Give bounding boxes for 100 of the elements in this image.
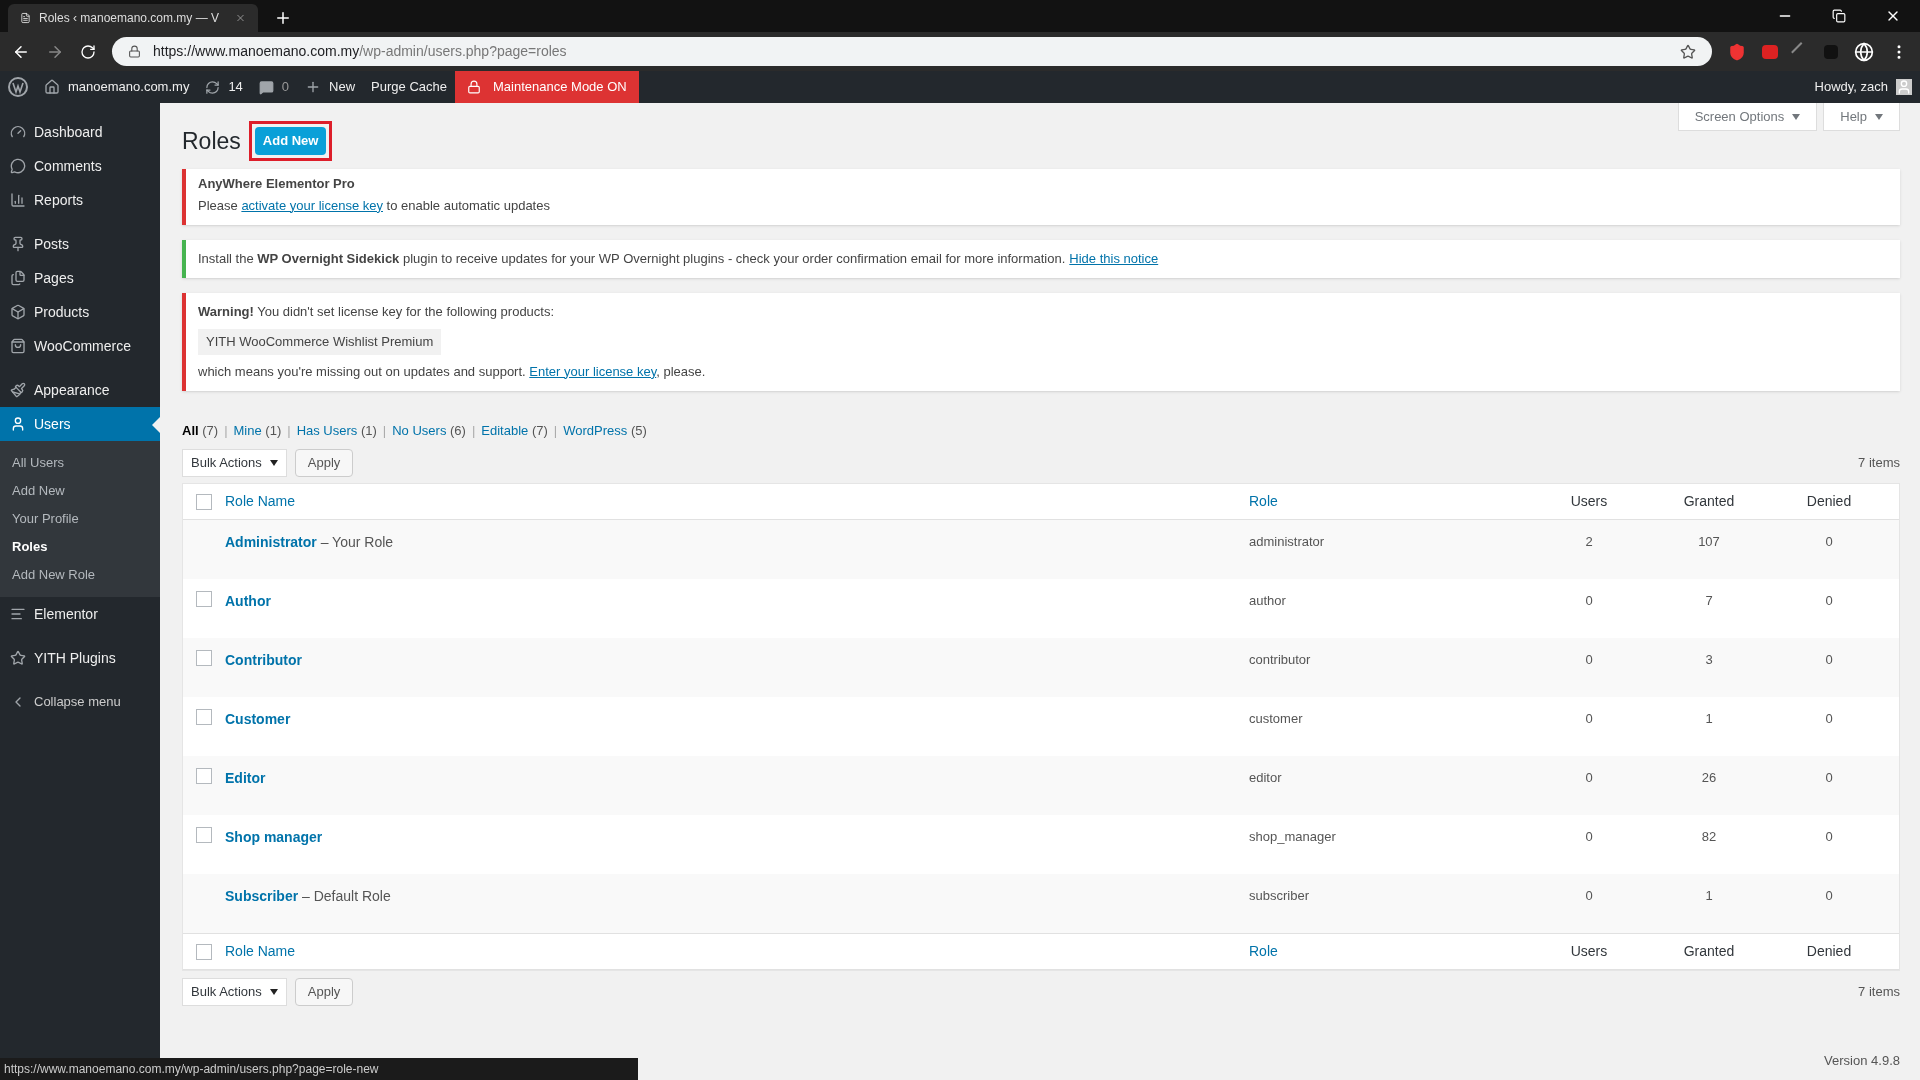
separator: | — [553, 421, 558, 440]
role-name-link[interactable]: Shop manager — [225, 829, 323, 845]
table-cell-text: administrator — [1249, 533, 1326, 551]
table-cell-text: 107 — [1697, 533, 1721, 551]
product-tag: YITH WooCommerce Wishlist Premium — [198, 328, 442, 355]
menu-item[interactable]: Posts — [0, 227, 160, 261]
pin-icon — [10, 236, 26, 252]
new-link[interactable]: New — [297, 71, 364, 103]
star-icon[interactable] — [1680, 43, 1696, 60]
tab-title: Roles ‹ manoemano.com.my — V — [38, 10, 220, 27]
page-title: Roles — [182, 126, 241, 156]
menu-item[interactable]: Users — [0, 407, 160, 441]
account-link[interactable]: Howdy, zach — [1806, 71, 1920, 103]
menu-item[interactable]: Pages — [0, 261, 160, 295]
table-cell-text: 26 — [1700, 769, 1718, 787]
table-cell-text: shop_manager — [1249, 828, 1337, 846]
screen-options-button[interactable]: Screen Options — [1677, 103, 1818, 131]
column-header[interactable]: Role Name — [225, 491, 1249, 512]
address-field[interactable]: https://www.manoemano.com.my/wp-admin/users.php?page=roles — [112, 37, 1712, 66]
new-tab-icon[interactable] — [274, 9, 292, 27]
menu-item[interactable]: YITH Plugins — [0, 641, 160, 675]
checkbox[interactable] — [196, 650, 212, 666]
checkbox[interactable] — [196, 768, 212, 784]
reload-icon[interactable] — [80, 43, 96, 60]
filter-link[interactable]: All (7) — [182, 420, 219, 440]
checkbox[interactable] — [196, 827, 212, 843]
menu-item[interactable]: Collapse menu — [0, 685, 160, 719]
menu-item[interactable]: Dashboard — [0, 115, 160, 149]
user-icon — [10, 416, 26, 432]
table-cell-text: 0 — [1584, 887, 1594, 905]
separator: | — [224, 421, 228, 440]
role-name-link[interactable]: Author — [225, 593, 271, 609]
role-name-link[interactable]: Administrator — [225, 534, 317, 550]
submenu-item[interactable]: All Users — [0, 449, 160, 477]
hide-notice-link[interactable]: Hide this notice — [1069, 249, 1159, 268]
submenu-item[interactable]: Your Profile — [0, 505, 160, 533]
table-cell-text: 0 — [1584, 592, 1594, 610]
menu-item[interactable]: Elementor — [0, 597, 160, 631]
url-text: https://www.manoemano.com.my/wp-admin/users.php?page=roles — [153, 42, 568, 61]
browser-tab[interactable]: Roles ‹ manoemano.com.my — V — [8, 4, 258, 32]
restore-icon[interactable] — [1832, 9, 1846, 23]
separator: | — [287, 421, 291, 440]
site-link[interactable]: manoemano.com.my — [36, 71, 198, 103]
menu-item[interactable]: Reports — [0, 183, 160, 217]
caret-icon — [269, 460, 278, 466]
version-text: Version 4.9.8 — [1824, 1051, 1900, 1070]
bulk-actions-select[interactable]: Bulk Actions — [182, 978, 287, 1006]
shield-icon[interactable] — [1728, 42, 1746, 61]
table-cell-text: author — [1249, 592, 1287, 610]
license-link[interactable]: activate your license key — [241, 197, 383, 213]
column-header[interactable]: Role — [1249, 941, 1529, 962]
menu-item[interactable]: Products — [0, 295, 160, 329]
table-cell-text: 0 — [1584, 651, 1594, 669]
profile-icon[interactable] — [1854, 41, 1874, 62]
role-name-link[interactable]: Contributor — [225, 652, 302, 668]
help-button[interactable]: Help — [1823, 103, 1900, 131]
separator: | — [382, 421, 387, 440]
menu-item[interactable]: WooCommerce — [0, 329, 160, 363]
table-cell-text: 0 — [1584, 828, 1594, 846]
purge-cache-link[interactable]: Purge Cache — [363, 71, 455, 103]
notice-text: Please activate your license key to enable automatic updates — [198, 196, 551, 215]
submenu-item[interactable]: Add New Role — [0, 561, 160, 589]
checkbox[interactable] — [196, 493, 212, 510]
updates-link[interactable]: 14 — [197, 71, 251, 103]
filter-link[interactable]: Mine (1) — [233, 420, 282, 440]
apply-button[interactable]: Apply — [294, 449, 354, 477]
bar-chart-icon — [10, 192, 26, 208]
bulk-actions-select[interactable]: Bulk Actions — [182, 449, 287, 477]
filter-link[interactable]: Has Users (1) — [296, 420, 377, 440]
apply-button[interactable]: Apply — [294, 978, 354, 1006]
menu-item[interactable]: Appearance — [0, 373, 160, 407]
submenu-item[interactable]: Add New — [0, 477, 160, 505]
table-cell-text: 0 — [1824, 887, 1834, 905]
filter-link[interactable]: Editable (7) — [481, 420, 548, 440]
column-header: Granted — [1682, 942, 1736, 961]
notice-text: Warning! You didn't set license key for the following products: — [198, 302, 555, 321]
filter-link[interactable]: WordPress (5) — [563, 420, 647, 440]
column-header[interactable]: Role Name — [225, 941, 1249, 962]
column-header[interactable]: Role — [1249, 491, 1529, 512]
checkbox[interactable] — [196, 591, 212, 607]
lock-icon — [467, 80, 481, 94]
column-header: Granted — [1682, 492, 1736, 511]
role-name-link[interactable]: Customer — [225, 711, 291, 727]
maintenance-badge[interactable]: Maintenance Mode ON — [455, 71, 639, 103]
checkbox[interactable] — [196, 943, 212, 960]
wordpress-logo-icon[interactable] — [8, 77, 28, 97]
submenu-item[interactable]: Roles — [0, 533, 160, 561]
notice-text: which means you're missing out on updates and support. Enter your license key, please. — [198, 362, 707, 381]
lock-icon — [128, 45, 141, 58]
table-cell-text: 7 — [1704, 592, 1714, 610]
role-name-link[interactable]: Editor — [225, 770, 266, 786]
items-count: 7 items — [1858, 454, 1900, 473]
role-name-link[interactable]: Subscriber — [225, 888, 299, 904]
extension-icon[interactable] — [1762, 44, 1778, 59]
menu-item[interactable]: Comments — [0, 149, 160, 183]
comments-link[interactable]: 0 — [250, 71, 298, 103]
lines-icon — [10, 606, 26, 622]
table-cell-text: customer — [1249, 710, 1304, 728]
filter-link[interactable]: No Users (6) — [392, 420, 466, 440]
checkbox[interactable] — [196, 709, 212, 725]
